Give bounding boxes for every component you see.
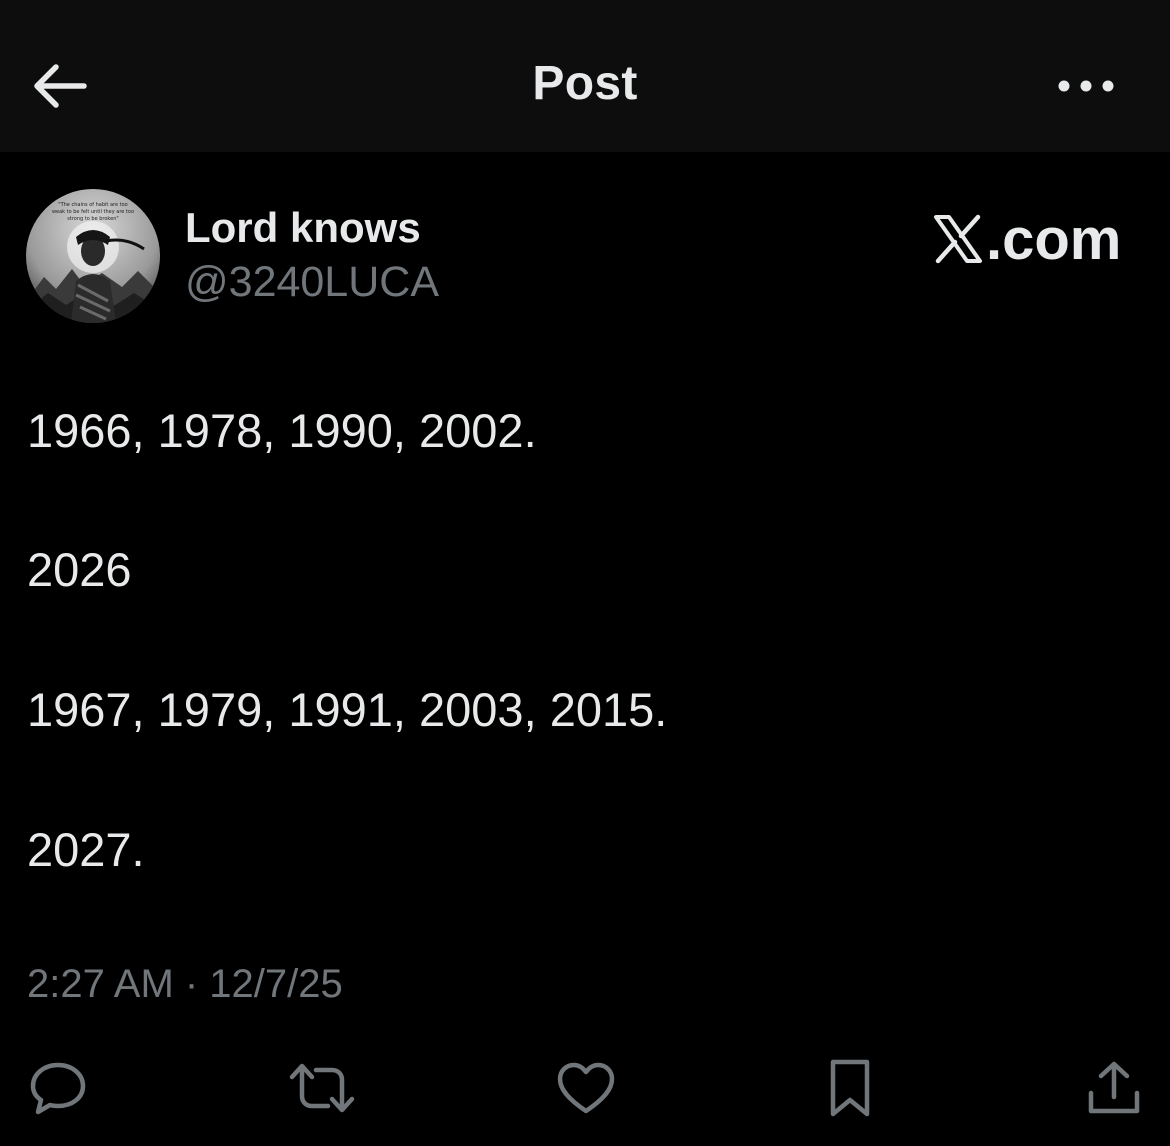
like-button[interactable] (554, 1056, 618, 1120)
repost-icon (289, 1063, 355, 1113)
reply-icon (30, 1062, 86, 1115)
page-title: Post (532, 57, 638, 110)
x-logo-icon (934, 214, 982, 264)
author-display-name[interactable]: Lord knows (185, 204, 421, 252)
post-text-line-2: 2026 (27, 543, 132, 596)
bookmark-icon (830, 1059, 870, 1117)
avatar-image: "The chains of habit are too weak to be … (26, 189, 160, 323)
repost-button[interactable] (288, 1056, 356, 1120)
brand-domain-suffix: .com (986, 206, 1122, 272)
reply-button[interactable] (26, 1056, 90, 1120)
post-text-line-3: 1967, 1979, 1991, 2003, 2015. (27, 683, 668, 736)
more-horizontal-icon (1058, 80, 1114, 92)
share-button[interactable] (1082, 1056, 1146, 1120)
brand-watermark: .com (932, 206, 1122, 272)
bookmark-button[interactable] (818, 1056, 882, 1120)
avatar-quote: "The chains of habit are too (58, 202, 127, 208)
post-timestamp[interactable]: 2:27 AM · 12/7/25 (27, 962, 343, 1007)
more-options-button[interactable] (1046, 58, 1126, 114)
share-icon (1088, 1061, 1140, 1114)
post-text-line-1: 1966, 1978, 1990, 2002. (27, 404, 537, 457)
avatar[interactable]: "The chains of habit are too weak to be … (26, 189, 160, 323)
svg-text:weak to be felt until they are: weak to be felt until they are too (52, 209, 134, 215)
like-icon (557, 1062, 615, 1114)
svg-text:strong to be broken": strong to be broken" (67, 216, 118, 222)
post-text-line-4: 2027. (27, 823, 145, 876)
top-bar: Post (0, 0, 1170, 152)
author-handle[interactable]: @3240LUCA (185, 258, 439, 307)
